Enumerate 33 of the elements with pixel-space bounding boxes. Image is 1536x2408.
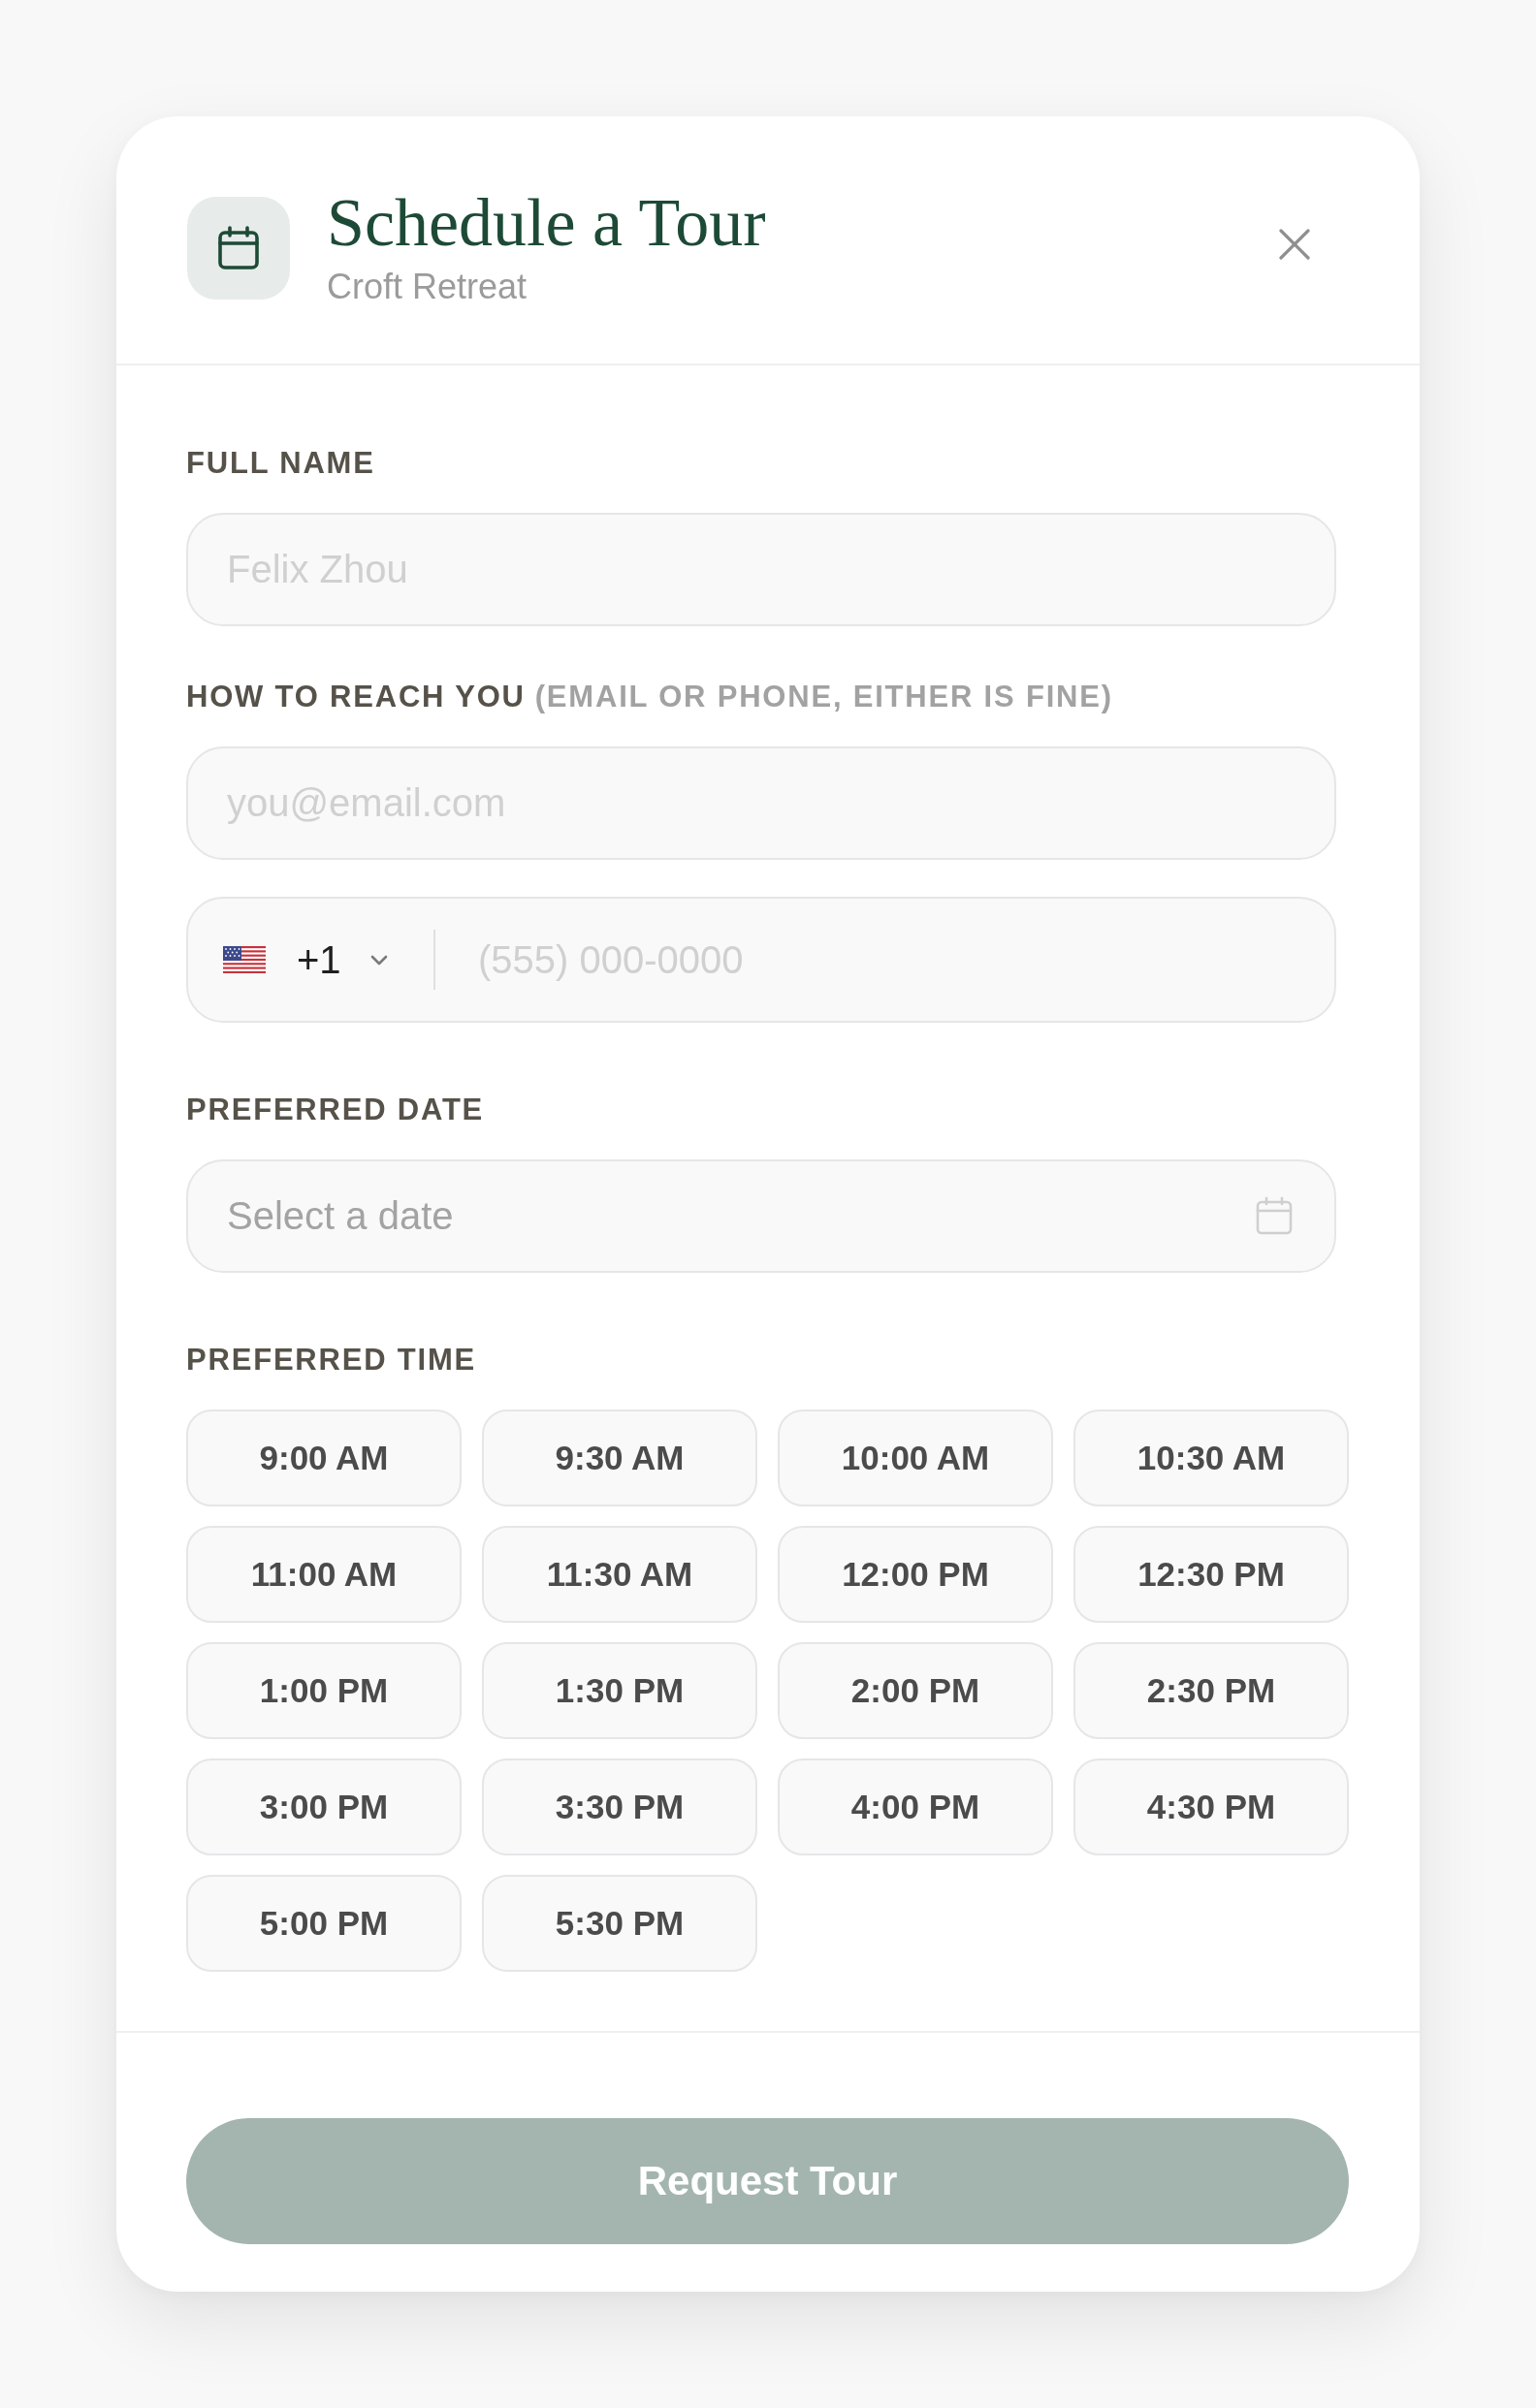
- time-slot-button[interactable]: 12:00 PM: [778, 1526, 1053, 1623]
- calendar-icon: [187, 197, 290, 300]
- time-slot-button[interactable]: 12:30 PM: [1073, 1526, 1349, 1623]
- calendar-icon: [1255, 1196, 1294, 1235]
- time-slot-button[interactable]: 11:00 AM: [186, 1526, 462, 1623]
- contact-label: HOW TO REACH YOU: [186, 679, 526, 715]
- time-slot-button[interactable]: 4:30 PM: [1073, 1758, 1349, 1855]
- dialog-subtitle: Croft Retreat: [327, 268, 528, 306]
- time-slot-button[interactable]: 1:00 PM: [186, 1642, 462, 1739]
- time-label: PREFERRED TIME: [186, 1342, 477, 1378]
- time-slot-button[interactable]: 3:30 PM: [482, 1758, 757, 1855]
- time-slot-button[interactable]: 2:30 PM: [1073, 1642, 1349, 1739]
- date-label: PREFERRED DATE: [186, 1092, 485, 1128]
- date-field[interactable]: Select a date: [186, 1159, 1336, 1273]
- close-icon: [1279, 229, 1310, 260]
- time-slot-button[interactable]: 10:30 AM: [1073, 1410, 1349, 1506]
- time-slot-button[interactable]: 2:00 PM: [778, 1642, 1053, 1739]
- close-button[interactable]: [1279, 229, 1310, 260]
- flag-icon: [223, 946, 266, 973]
- time-slot-button[interactable]: 3:00 PM: [186, 1758, 462, 1855]
- time-slot-button[interactable]: 1:30 PM: [482, 1642, 757, 1739]
- time-slot-button[interactable]: 5:30 PM: [482, 1875, 757, 1972]
- full-name-label: FULL NAME: [186, 445, 375, 482]
- chevron-down-icon: [369, 954, 388, 966]
- contact-hint: (EMAIL OR PHONE, EITHER IS FINE): [534, 679, 1113, 715]
- time-slot-button[interactable]: 9:30 AM: [482, 1410, 757, 1506]
- time-slot-button[interactable]: 11:30 AM: [482, 1526, 757, 1623]
- time-slot-button[interactable]: 4:00 PM: [778, 1758, 1053, 1855]
- time-slot-button[interactable]: 5:00 PM: [186, 1875, 462, 1972]
- time-slot-button[interactable]: 9:00 AM: [186, 1410, 462, 1506]
- time-slot-button[interactable]: 10:00 AM: [778, 1410, 1053, 1506]
- country-code-select[interactable]: +1: [223, 897, 388, 1023]
- dialog-title: Schedule a Tour: [327, 190, 766, 256]
